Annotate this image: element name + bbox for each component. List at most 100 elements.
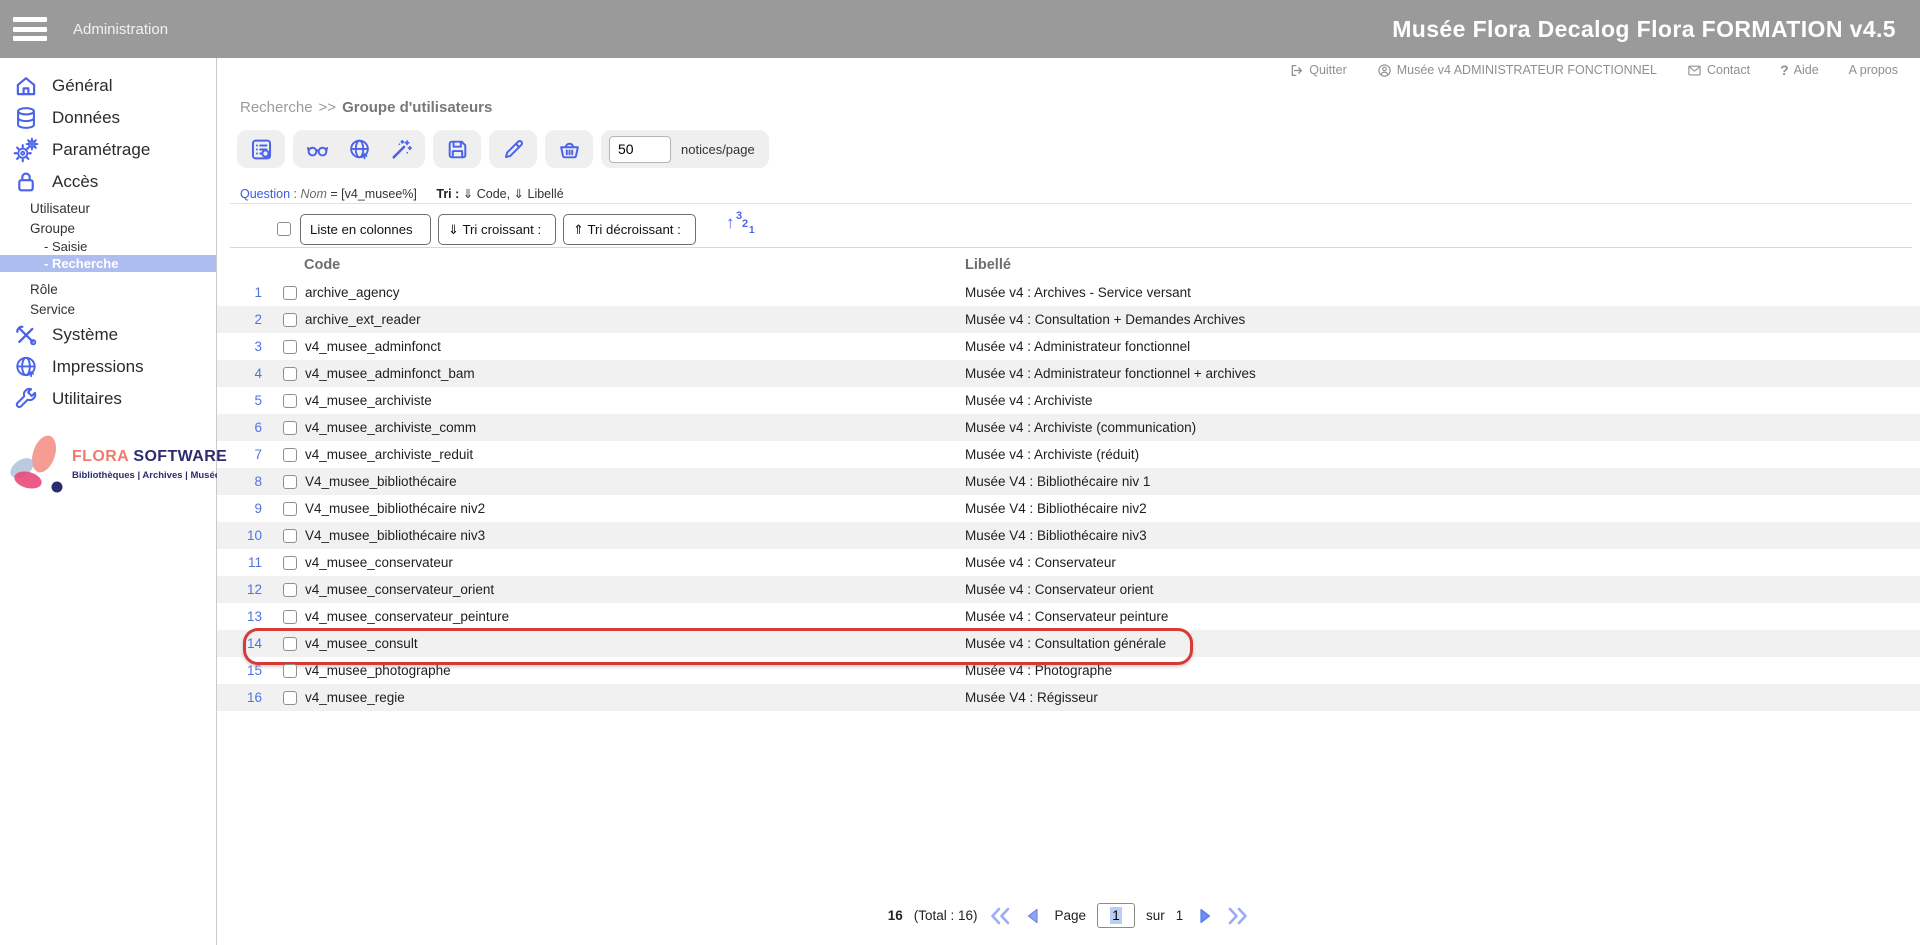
row-checkbox[interactable] [283,691,297,705]
page-number-input[interactable] [1097,903,1135,928]
first-page-button[interactable] [989,906,1011,926]
row-checkbox[interactable] [283,637,297,651]
row-number: 2 [217,312,262,327]
row-number: 9 [217,501,262,516]
row-label: Musée v4 : Archives - Service versant [965,285,1191,300]
row-number: 6 [217,420,262,435]
tri-value: ⇓ Code, ⇓ Libellé [463,187,564,201]
triangle-right-icon [1194,906,1216,926]
table-row[interactable]: 12 v4_musee_conservateur_orient Musée v4… [217,576,1920,603]
next-page-button[interactable] [1194,906,1216,926]
select-all-checkbox[interactable] [277,222,291,236]
table-row[interactable]: 16 v4_musee_regie Musée V4 : Régisseur [217,684,1920,711]
flora-software-logo: FLORA SOFTWARE Bibliothèques | Archives … [0,432,217,504]
row-checkbox[interactable] [283,610,297,624]
row-checkbox[interactable] [283,286,297,300]
table-row[interactable]: 8 V4_musee_bibliothécaire Musée V4 : Bib… [217,468,1920,495]
sidebar-item-label: Service [30,302,75,317]
quitter-link[interactable]: Quitter [1289,63,1347,78]
sidebar-item-label: Général [52,76,112,96]
table-row[interactable]: 2 archive_ext_reader Musée v4 : Consulta… [217,306,1920,333]
sort-321-icon[interactable] [726,212,756,242]
row-checkbox[interactable] [283,421,297,435]
row-number: 13 [217,609,262,624]
sidebar-item-service[interactable]: Service [0,299,216,319]
row-checkbox[interactable] [283,448,297,462]
current-user[interactable]: Musée v4 ADMINISTRATEUR FONCTIONNEL [1377,63,1657,78]
row-checkbox[interactable] [283,583,297,597]
display-mode-select[interactable]: Liste en colonnes [300,214,431,245]
previous-page-button[interactable] [1022,906,1044,926]
sidebar-item-impressions[interactable]: Impressions [0,351,216,383]
sidebar-item-donnees[interactable]: Données [0,102,216,134]
sidebar-item-parametrage[interactable]: Paramétrage [0,134,216,166]
glasses-button[interactable] [301,133,333,165]
magic-wand-button[interactable] [385,133,417,165]
table-row[interactable]: 9 V4_musee_bibliothécaire niv2 Musée V4 … [217,495,1920,522]
table-row[interactable]: 10 V4_musee_bibliothécaire niv3 Musée V4… [217,522,1920,549]
table-row[interactable]: 11 v4_musee_conservateur Musée v4 : Cons… [217,549,1920,576]
row-checkbox[interactable] [283,556,297,570]
header-links: Quitter Musée v4 ADMINISTRATEUR FONCTION… [1289,62,1898,78]
module-title: Administration [73,0,168,58]
row-checkbox[interactable] [283,313,297,327]
breadcrumb: Recherche>>Groupe d'utilisateurs [240,99,492,116]
row-code: v4_musee_archiviste [305,393,432,408]
sidebar-item-recherche[interactable]: - Recherche [0,255,216,272]
row-checkbox[interactable] [283,394,297,408]
help-icon [1780,62,1789,78]
sidebar-item-saisie[interactable]: - Saisie [0,238,216,255]
app-title: Musée Flora Decalog Flora FORMATION v4.5 [1392,0,1896,58]
table-row[interactable]: 14 v4_musee_consult Musée v4 : Consultat… [217,630,1920,657]
notices-per-page-input[interactable] [609,136,671,163]
question-label: Question : [240,187,297,201]
row-label: Musée v4 : Archiviste (réduit) [965,447,1139,462]
save-button[interactable] [441,133,473,165]
sidebar-item-groupe[interactable]: Groupe [0,218,216,238]
table-row[interactable]: 1 archive_agency Musée v4 : Archives - S… [217,279,1920,306]
row-label: Musée v4 : Consultation générale [965,636,1166,651]
row-code: V4_musee_bibliothécaire [305,474,457,489]
table-row[interactable]: 5 v4_musee_archiviste Musée v4 : Archivi… [217,387,1920,414]
table-row[interactable]: 7 v4_musee_archiviste_reduit Musée v4 : … [217,441,1920,468]
top-bar: Administration Musée Flora Decalog Flora… [0,0,1920,58]
row-checkbox[interactable] [283,367,297,381]
table-row[interactable]: 6 v4_musee_archiviste_comm Musée v4 : Ar… [217,414,1920,441]
sidebar-item-acces[interactable]: Accès [0,166,216,198]
row-checkbox[interactable] [283,664,297,678]
main-content: Quitter Musée v4 ADMINISTRATEUR FONCTION… [217,58,1920,945]
apropos-link[interactable]: A propos [1849,63,1898,77]
sort-descending-select[interactable]: ⇑ Tri décroissant : [563,214,696,245]
table-row[interactable]: 13 v4_musee_conservateur_peinture Musée … [217,603,1920,630]
basket-button[interactable] [553,133,585,165]
row-label: Musée v4 : Archiviste (communication) [965,420,1196,435]
last-page-button[interactable] [1227,906,1249,926]
application-window: Administration Musée Flora Decalog Flora… [0,0,1920,945]
row-checkbox[interactable] [283,529,297,543]
table-header: Code Libellé [217,257,1920,277]
sidebar-item-role[interactable]: Rôle [0,279,216,299]
table-row[interactable]: 15 v4_musee_photographe Musée v4 : Photo… [217,657,1920,684]
row-checkbox[interactable] [283,340,297,354]
contact-link[interactable]: Contact [1687,63,1750,78]
row-checkbox[interactable] [283,502,297,516]
list-search-button[interactable] [245,133,277,165]
sidebar-item-general[interactable]: Général [0,70,216,102]
aide-link[interactable]: Aide [1780,62,1819,78]
table-row[interactable]: 3 v4_musee_adminfonct Musée v4 : Adminis… [217,333,1920,360]
sidebar-item-systeme[interactable]: Système [0,319,216,351]
row-checkbox[interactable] [283,475,297,489]
sidebar-item-label: Utilisateur [30,201,90,216]
save-icon [445,137,470,162]
toolbar: notices/page [237,130,769,168]
sort-ascending-select[interactable]: ⇓ Tri croissant : [438,214,556,245]
row-code: v4_musee_photographe [305,663,451,678]
table-row[interactable]: 4 v4_musee_adminfonct_bam Musée v4 : Adm… [217,360,1920,387]
edit-button[interactable] [497,133,529,165]
globe-button[interactable] [343,133,375,165]
row-code: V4_musee_bibliothécaire niv3 [305,528,485,543]
sidebar-item-label: Données [52,108,120,128]
sidebar-item-utilisateur[interactable]: Utilisateur [0,198,216,218]
sidebar-item-utilitaires[interactable]: Utilitaires [0,383,216,415]
hamburger-menu-icon[interactable] [13,17,47,41]
